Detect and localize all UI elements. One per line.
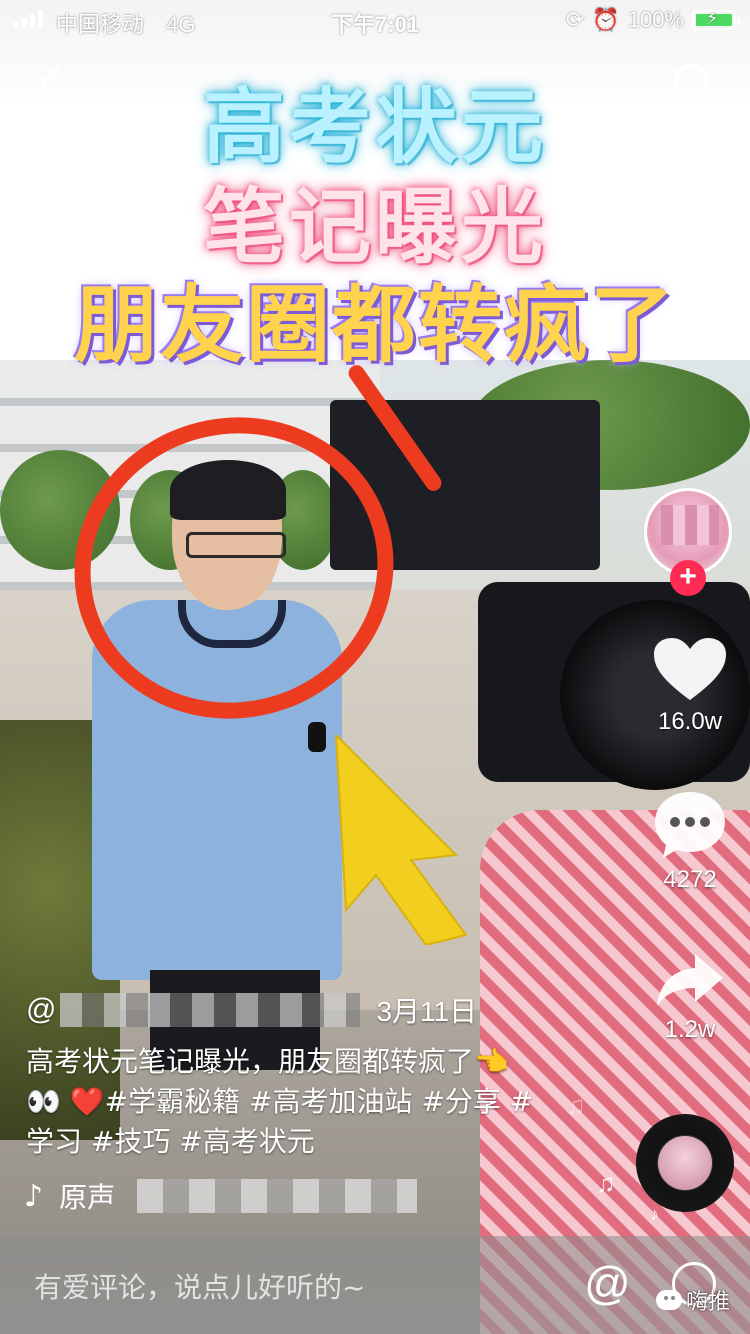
- at-mention-button[interactable]: @: [584, 1256, 631, 1310]
- floating-note-icon: ♫: [566, 1090, 586, 1120]
- like-button[interactable]: 16.0w: [640, 636, 740, 736]
- status-right: ⟳ ⏰ 100% ⚡: [565, 7, 740, 33]
- watermark: 嗨推: [656, 1284, 730, 1316]
- floating-note-icon: ♫: [596, 1168, 616, 1198]
- share-button[interactable]: 1.2w: [640, 950, 740, 1044]
- share-arrow-icon: [657, 954, 723, 1006]
- chevron-left-icon[interactable]: [30, 62, 74, 106]
- music-note-icon: ♪: [24, 1178, 44, 1214]
- follow-button[interactable]: +: [670, 560, 706, 596]
- music-info[interactable]: ♪ 原声: [24, 1176, 418, 1216]
- music-disc-cover: [658, 1136, 712, 1190]
- search-icon[interactable]: [670, 60, 720, 110]
- watermark-text: 嗨推: [686, 1290, 731, 1315]
- wechat-icon: [656, 1290, 682, 1310]
- comment-count: 4272: [663, 866, 717, 893]
- rotation-lock-icon: ⟳: [565, 7, 585, 32]
- post-date: 3月11日: [376, 996, 478, 1027]
- author-line[interactable]: @ 3月11日: [26, 990, 477, 1030]
- caption-line-1: 高考状元笔记曝光，朋友圈都转疯了👈: [26, 1045, 509, 1078]
- title-line-3: 朋友圈都转疯了: [73, 276, 676, 374]
- charging-icon: ⚡: [706, 8, 719, 28]
- status-bar: 中国移动 4G 下午7:01 ⟳ ⏰ 100% ⚡: [0, 0, 750, 40]
- author-name-mosaic: [60, 993, 361, 1027]
- floating-note-icon: ♪: [650, 1204, 659, 1224]
- comment-icon: [655, 792, 725, 858]
- music-label: 原声: [59, 1181, 116, 1214]
- music-disc[interactable]: [636, 1114, 734, 1212]
- caption-line-2: 👀 ❤️#学霸秘籍 #高考加油站 #分享 #: [26, 1082, 586, 1122]
- post-caption: 高考状元笔记曝光，朋友圈都转疯了👈 👀 ❤️#学霸秘籍 #高考加油站 #分享 #…: [26, 1042, 586, 1162]
- caption-hashtags[interactable]: #学霸秘籍 #高考加油站 #分享 #: [105, 1085, 534, 1118]
- like-count: 16.0w: [657, 708, 723, 735]
- heart-emoji: ❤️: [69, 1085, 105, 1118]
- alarm-icon: ⏰: [592, 7, 620, 32]
- comment-input[interactable]: 有爱评论，说点儿好听的~: [34, 1266, 365, 1306]
- author-at: @: [26, 993, 57, 1026]
- share-count: 1.2w: [664, 1016, 716, 1043]
- battery-icon: ⚡: [692, 8, 740, 30]
- avatar-blur: [661, 505, 719, 545]
- comment-bar: 有爱评论，说点儿好听的~ @: [0, 1236, 750, 1334]
- battery-percent: 100%: [627, 7, 684, 32]
- comment-button[interactable]: 4272: [640, 790, 740, 894]
- eyes-emoji: 👀: [26, 1085, 61, 1118]
- caption-line-3[interactable]: 学习 #技巧 #高考状元: [26, 1122, 586, 1162]
- music-title-mosaic: [137, 1179, 418, 1213]
- heart-icon: [654, 638, 726, 700]
- yellow-arrow-icon: [334, 735, 468, 945]
